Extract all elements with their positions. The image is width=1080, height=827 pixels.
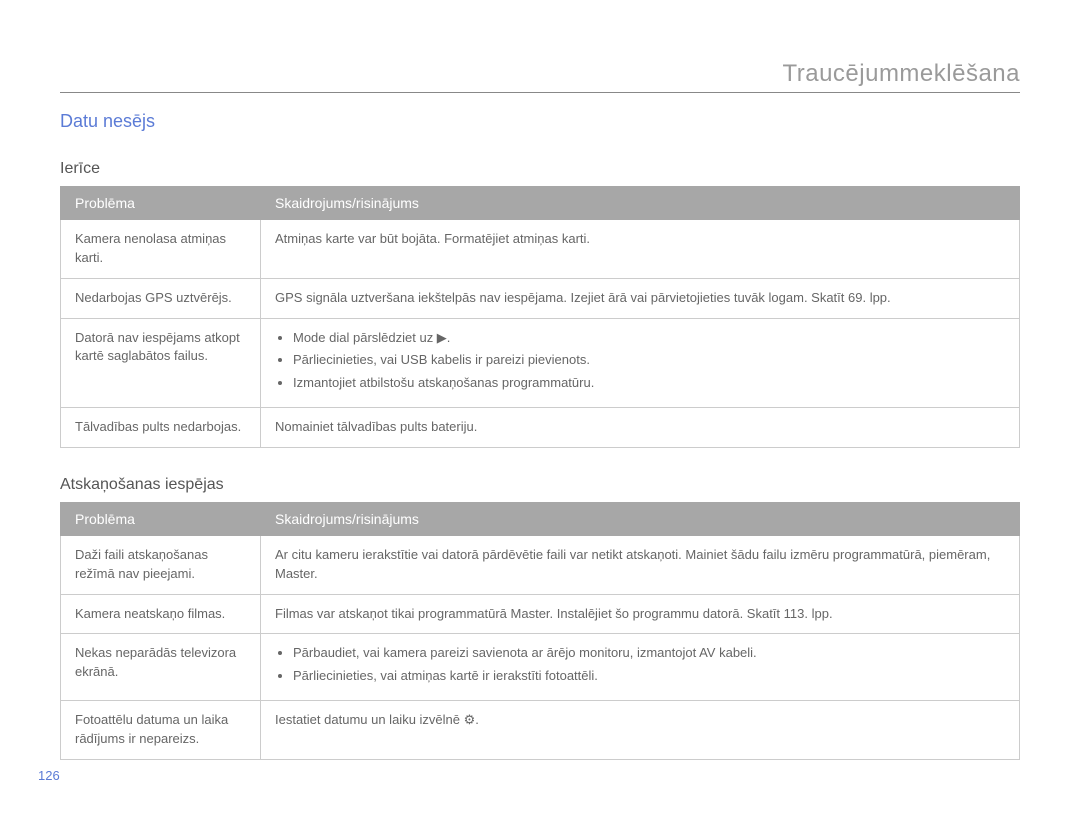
- cell-solution: GPS signāla uztveršana iekštelpās nav ie…: [261, 278, 1020, 318]
- cell-solution: Ar citu kameru ierakstītie vai datorā pā…: [261, 535, 1020, 594]
- table-row: Daži faili atskaņošanas režīmā nav pieej…: [61, 535, 1020, 594]
- page-number: 126: [38, 768, 60, 783]
- list-item: Pārliecinieties, vai atmiņas kartē ir ie…: [293, 667, 1005, 686]
- cell-problem: Nedarbojas GPS uztvērējs.: [61, 278, 261, 318]
- th-problem: Problēma: [61, 187, 261, 220]
- table-device: Problēma Skaidrojums/risinājums Kamera n…: [60, 186, 1020, 448]
- list-item: Mode dial pārslēdziet uz ▶.: [293, 329, 1005, 348]
- table-row: Kamera nenolasa atmiņas karti. Atmiņas k…: [61, 220, 1020, 279]
- cell-problem: Daži faili atskaņošanas režīmā nav pieej…: [61, 535, 261, 594]
- th-problem: Problēma: [61, 502, 261, 535]
- cell-problem: Kamera neatskaņo filmas.: [61, 594, 261, 634]
- table-row: Datorā nav iespējams atkopt kartē saglab…: [61, 318, 1020, 408]
- cell-problem: Kamera nenolasa atmiņas karti.: [61, 220, 261, 279]
- table-row: Tālvadības pults nedarbojas. Nomainiet t…: [61, 408, 1020, 448]
- table-playback: Problēma Skaidrojums/risinājums Daži fai…: [60, 502, 1020, 760]
- cell-solution: Atmiņas karte var būt bojāta. Formatējie…: [261, 220, 1020, 279]
- th-solution: Skaidrojums/risinājums: [261, 502, 1020, 535]
- cell-solution: Mode dial pārslēdziet uz ▶. Pārlieciniet…: [261, 318, 1020, 408]
- cell-solution: Nomainiet tālvadības pults bateriju.: [261, 408, 1020, 448]
- cell-solution: Filmas var atskaņot tikai programmatūrā …: [261, 594, 1020, 634]
- subsection-device: Ierīce: [60, 160, 1020, 178]
- chapter-title: Traucējummeklēšana: [782, 60, 1020, 88]
- cell-problem: Fotoattēlu datuma un laika rādījums ir n…: [61, 701, 261, 760]
- table-row: Fotoattēlu datuma un laika rādījums ir n…: [61, 701, 1020, 760]
- subsection-playback: Atskaņošanas iespējas: [60, 476, 1020, 494]
- cell-solution: Pārbaudiet, vai kamera pareizi savienota…: [261, 634, 1020, 701]
- cell-problem: Datorā nav iespējams atkopt kartē saglab…: [61, 318, 261, 408]
- list-item: Pārbaudiet, vai kamera pareizi savienota…: [293, 644, 1005, 663]
- table-row: Kamera neatskaņo filmas. Filmas var atsk…: [61, 594, 1020, 634]
- section-title: Datu nesējs: [60, 111, 1020, 132]
- cell-problem: Nekas neparādās televizora ekrānā.: [61, 634, 261, 701]
- list-item: Pārliecinieties, vai USB kabelis ir pare…: [293, 351, 1005, 370]
- th-solution: Skaidrojums/risinājums: [261, 187, 1020, 220]
- list-item: Izmantojiet atbilstošu atskaņošanas prog…: [293, 374, 1005, 393]
- table-row: Nekas neparādās televizora ekrānā. Pārba…: [61, 634, 1020, 701]
- cell-problem: Tālvadības pults nedarbojas.: [61, 408, 261, 448]
- cell-solution: Iestatiet datumu un laiku izvēlnē ⚙.: [261, 701, 1020, 760]
- table-row: Nedarbojas GPS uztvērējs. GPS signāla uz…: [61, 278, 1020, 318]
